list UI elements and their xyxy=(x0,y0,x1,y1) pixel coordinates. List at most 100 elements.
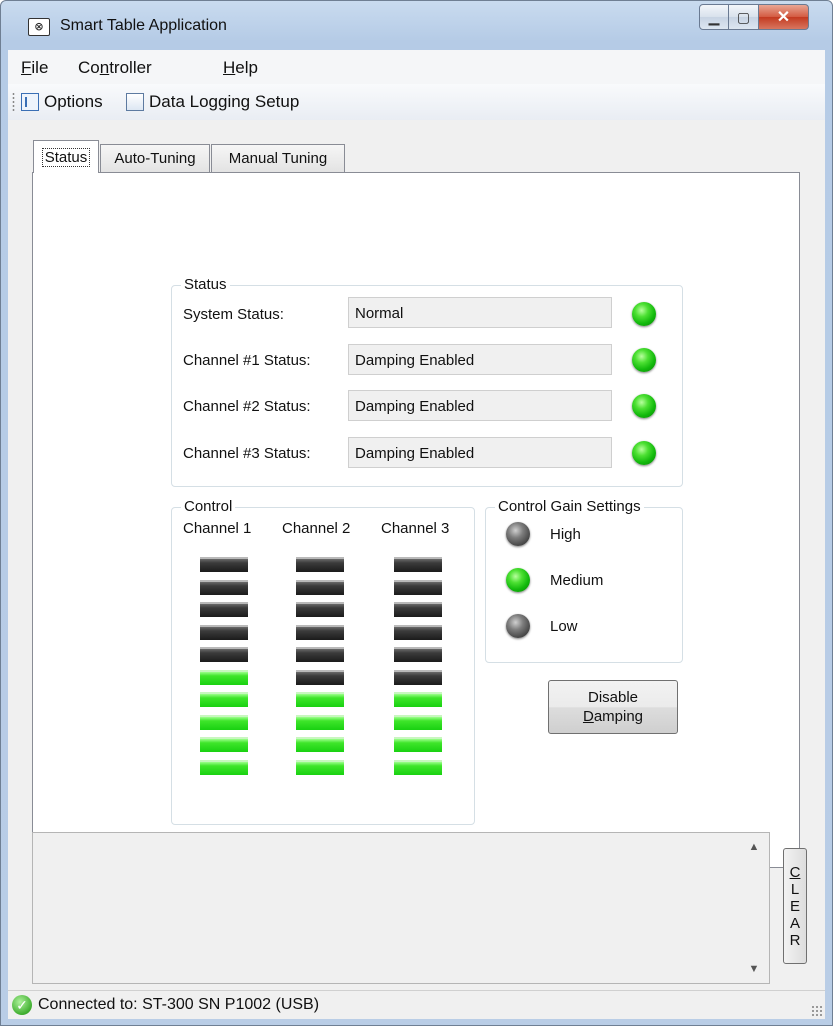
channel-3-level-bar xyxy=(394,624,442,640)
clear-button[interactable]: C L E A R xyxy=(783,848,807,964)
options-label: Options xyxy=(44,92,103,111)
disable-damping-line2: Damping xyxy=(549,707,677,726)
clear-letter-r: R xyxy=(789,931,801,949)
channel-3-level-bar xyxy=(394,602,442,617)
channel-1-level-bar xyxy=(200,624,248,640)
menu-help-mnemonic: H xyxy=(223,58,236,77)
status-group: Status System Status: Normal Channel #1 … xyxy=(171,276,683,487)
channel-3-status-field: Damping Enabled xyxy=(348,437,612,468)
toolbar-grip[interactable] xyxy=(12,92,15,112)
menu-controller-label-start: Co xyxy=(78,58,100,77)
menu-help-label: elp xyxy=(235,58,258,77)
gain-high-led xyxy=(506,522,530,546)
log-scrollbar[interactable]: ▲ ▼ xyxy=(745,835,763,981)
data-logging-label: Data Logging Setup xyxy=(149,92,300,111)
gain-low-led xyxy=(506,614,530,638)
channel-1-level-bar xyxy=(200,579,248,595)
control-group: Control Channel 1 Channel 2 Channel 3 xyxy=(171,498,475,825)
channel-3-level-bar xyxy=(394,557,442,572)
channel-2-level-bar xyxy=(296,669,344,685)
menu-file-label: ile xyxy=(31,58,49,77)
channel-3-level-bar xyxy=(394,737,442,752)
channel-1-header: Channel 1 xyxy=(183,520,252,537)
channel-2-level-bar xyxy=(296,624,344,640)
tab-auto-tuning[interactable]: Auto-Tuning xyxy=(100,144,210,172)
tab-manual-tuning-label: Manual Tuning xyxy=(228,150,328,167)
tab-status[interactable]: Status xyxy=(33,140,99,173)
disable-damping-line1: Disable xyxy=(587,689,639,706)
channel-3-level-bar xyxy=(394,692,442,707)
disable-damping-rest: amping xyxy=(593,708,644,725)
status-tab-panel: Status System Status: Normal Channel #1 … xyxy=(32,172,800,868)
client-area: File Controller Help Options Data Loggin… xyxy=(8,50,825,1019)
app-window: ⊗ Smart Table Application ▁ ▢ ✕ File Con… xyxy=(0,0,833,1026)
channel-2-status-led xyxy=(632,394,656,418)
status-group-title: Status xyxy=(181,276,230,293)
channel-2-level-bar xyxy=(296,692,344,707)
maximize-button[interactable]: ▢ xyxy=(729,4,759,30)
options-button[interactable]: Options xyxy=(21,90,103,114)
control-group-title: Control xyxy=(181,498,236,515)
tab-status-label: Status xyxy=(41,147,91,167)
tab-manual-tuning[interactable]: Manual Tuning xyxy=(211,144,345,172)
connection-status-text: Connected to: ST-300 SN P1002 (USB) xyxy=(38,996,320,1013)
channel-1-level-bar xyxy=(200,647,248,662)
window-controls: ▁ ▢ ✕ xyxy=(699,4,809,30)
channel-3-level-bar xyxy=(394,579,442,595)
close-button[interactable]: ✕ xyxy=(759,4,809,30)
channel-2-level-bar xyxy=(296,579,344,595)
clear-letter-a: A xyxy=(789,914,800,932)
status-bar: ✓ Connected to: ST-300 SN P1002 (USB) xyxy=(8,990,825,1019)
channel-2-level-bar xyxy=(296,647,344,662)
channel-3-level-bar xyxy=(394,714,442,730)
menu-help[interactable]: Help xyxy=(223,58,258,78)
resize-grip-icon[interactable] xyxy=(811,1005,823,1017)
clear-letter-e: E xyxy=(789,897,800,915)
channel-3-level-bar xyxy=(394,669,442,685)
menu-controller-label-end: troller xyxy=(109,58,152,77)
channel-2-status-label: Channel #2 Status: xyxy=(183,398,311,415)
data-logging-icon xyxy=(126,93,144,111)
gain-medium-led xyxy=(506,568,530,592)
menu-bar: File Controller Help xyxy=(8,50,825,84)
clear-letter-c: C xyxy=(789,863,801,881)
scroll-down-arrow-icon[interactable]: ▼ xyxy=(748,963,760,975)
log-textbox[interactable]: ▲ ▼ xyxy=(32,832,770,984)
data-logging-setup-button[interactable]: Data Logging Setup xyxy=(126,90,299,114)
control-gain-group: Control Gain Settings High Medium Low xyxy=(485,498,683,663)
maximize-icon: ▢ xyxy=(736,8,751,25)
channel-3-level-bar xyxy=(394,647,442,662)
menu-controller[interactable]: Controller xyxy=(78,58,152,78)
channel-2-level-bar xyxy=(296,714,344,730)
gain-low-label: Low xyxy=(550,618,578,635)
channel-1-level-bar xyxy=(200,737,248,752)
disable-damping-button[interactable]: Disable Damping xyxy=(548,680,678,734)
menu-controller-mnemonic: n xyxy=(99,58,110,77)
channel-1-level-bar xyxy=(200,714,248,730)
menu-file-mnemonic: F xyxy=(21,58,32,77)
gain-high-label: High xyxy=(550,526,581,543)
system-status-field: Normal xyxy=(348,297,612,328)
channel-1-level-bar xyxy=(200,759,248,775)
channel-3-status-label: Channel #3 Status: xyxy=(183,445,311,462)
channel-1-level-bar xyxy=(200,669,248,685)
disable-damping-mnemonic: D xyxy=(582,708,594,725)
minimize-icon: ▁ xyxy=(708,8,720,25)
gain-medium-label: Medium xyxy=(550,572,604,589)
smart-table-app-icon[interactable]: ⊗ xyxy=(28,18,50,36)
channel-2-level-bar xyxy=(296,557,344,572)
tab-auto-tuning-label: Auto-Tuning xyxy=(114,150,196,167)
toolbar: Options Data Logging Setup xyxy=(8,84,825,120)
connected-check-icon: ✓ xyxy=(12,995,32,1015)
channel-3-status-led xyxy=(632,441,656,465)
minimize-button[interactable]: ▁ xyxy=(699,4,729,30)
channel-2-level-bar xyxy=(296,602,344,617)
channel-1-status-label: Channel #1 Status: xyxy=(183,352,311,369)
window-title: Smart Table Application xyxy=(60,17,227,34)
system-status-led xyxy=(632,302,656,326)
title-bar[interactable]: ⊗ Smart Table Application ▁ ▢ ✕ xyxy=(0,0,833,50)
channel-3-level-bar xyxy=(394,759,442,775)
menu-file[interactable]: File xyxy=(21,58,48,78)
scroll-up-arrow-icon[interactable]: ▲ xyxy=(748,841,760,853)
channel-1-level-bar xyxy=(200,557,248,572)
